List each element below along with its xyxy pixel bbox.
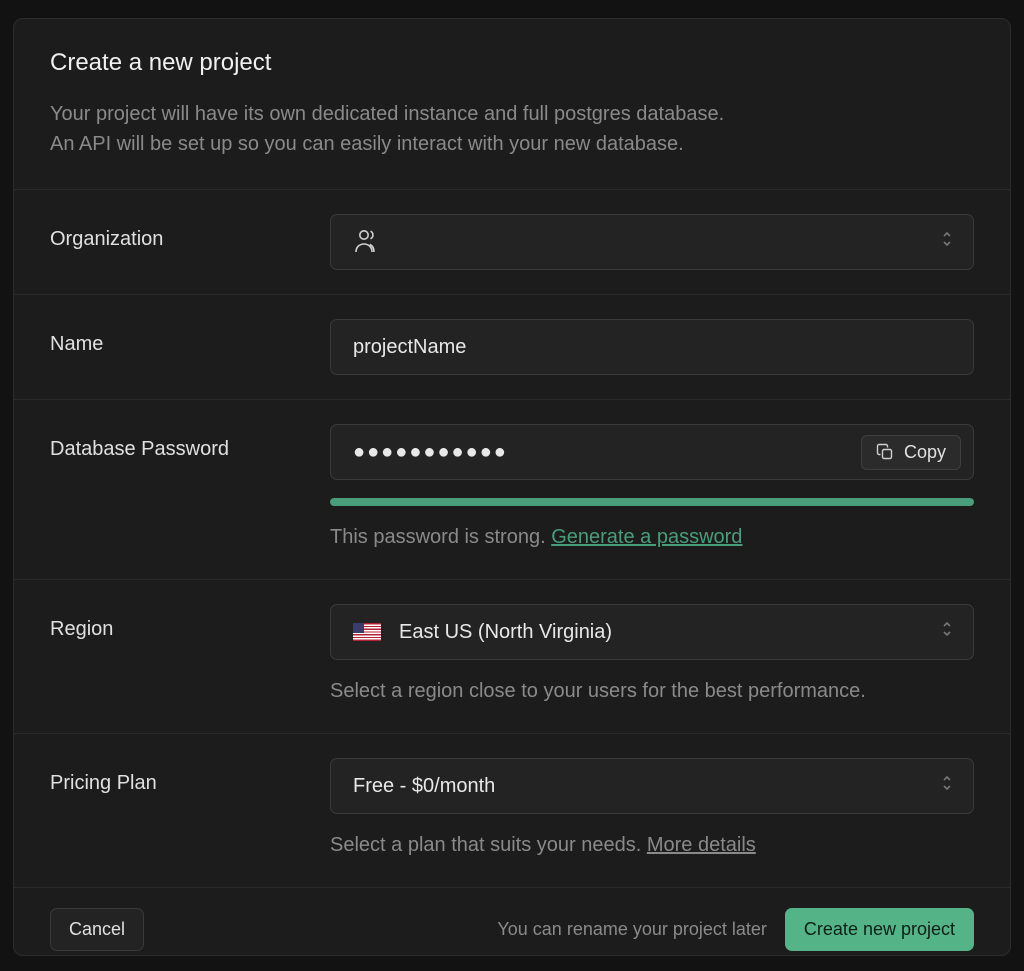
copy-button-label: Copy bbox=[904, 442, 946, 463]
password-strength-bar bbox=[330, 498, 974, 506]
region-hint: Select a region close to your users for … bbox=[330, 680, 974, 703]
project-name-input-wrap bbox=[330, 319, 974, 375]
modal-description: Your project will have its own dedicated… bbox=[50, 99, 974, 159]
region-select[interactable]: East US (North Virginia) bbox=[330, 604, 974, 660]
section-organization: Organization bbox=[14, 189, 1010, 294]
users-icon bbox=[353, 228, 383, 256]
plan-selected-value: Free - $0/month bbox=[353, 775, 495, 798]
generate-password-link[interactable]: Generate a password bbox=[551, 526, 742, 548]
label-region: Region bbox=[50, 604, 330, 641]
more-details-link[interactable]: More details bbox=[647, 834, 756, 856]
modal-title: Create a new project bbox=[50, 49, 974, 77]
db-password-input[interactable]: ●●●●●●●●●●● bbox=[353, 441, 851, 464]
modal-header: Create a new project Your project will h… bbox=[14, 19, 1010, 189]
label-name: Name bbox=[50, 319, 330, 356]
flag-us-icon bbox=[353, 623, 381, 641]
chevron-updown-icon bbox=[941, 620, 953, 644]
project-name-input[interactable] bbox=[353, 336, 951, 359]
plan-hint-text: Select a plan that suits your needs. bbox=[330, 834, 647, 856]
region-selected-value: East US (North Virginia) bbox=[399, 621, 612, 644]
label-organization: Organization bbox=[50, 214, 330, 251]
modal-description-line: An API will be set up so you can easily … bbox=[50, 129, 974, 159]
db-password-input-wrap: ●●●●●●●●●●● Copy bbox=[330, 424, 974, 480]
modal-footer: Cancel You can rename your project later… bbox=[14, 887, 1010, 971]
section-password: Database Password ●●●●●●●●●●● Copy This … bbox=[14, 399, 1010, 579]
password-hint: This password is strong. Generate a pass… bbox=[330, 526, 974, 549]
plan-select[interactable]: Free - $0/month bbox=[330, 758, 974, 814]
copy-password-button[interactable]: Copy bbox=[861, 435, 961, 470]
password-strength-text: This password is strong. bbox=[330, 526, 546, 548]
section-plan: Pricing Plan Free - $0/month Select a pl… bbox=[14, 733, 1010, 887]
chevron-updown-icon bbox=[941, 774, 953, 798]
chevron-updown-icon bbox=[941, 230, 953, 254]
section-region: Region East US (North Virginia) Select a… bbox=[14, 579, 1010, 733]
create-project-modal: Create a new project Your project will h… bbox=[13, 18, 1011, 956]
label-password: Database Password bbox=[50, 424, 330, 461]
copy-icon bbox=[876, 443, 894, 461]
label-plan: Pricing Plan bbox=[50, 758, 330, 795]
section-name: Name bbox=[14, 294, 1010, 399]
rename-hint: You can rename your project later bbox=[497, 919, 767, 940]
cancel-button[interactable]: Cancel bbox=[50, 908, 144, 951]
modal-description-line: Your project will have its own dedicated… bbox=[50, 99, 974, 129]
plan-hint: Select a plan that suits your needs. Mor… bbox=[330, 834, 974, 857]
create-project-button[interactable]: Create new project bbox=[785, 908, 974, 951]
organization-select[interactable] bbox=[330, 214, 974, 270]
